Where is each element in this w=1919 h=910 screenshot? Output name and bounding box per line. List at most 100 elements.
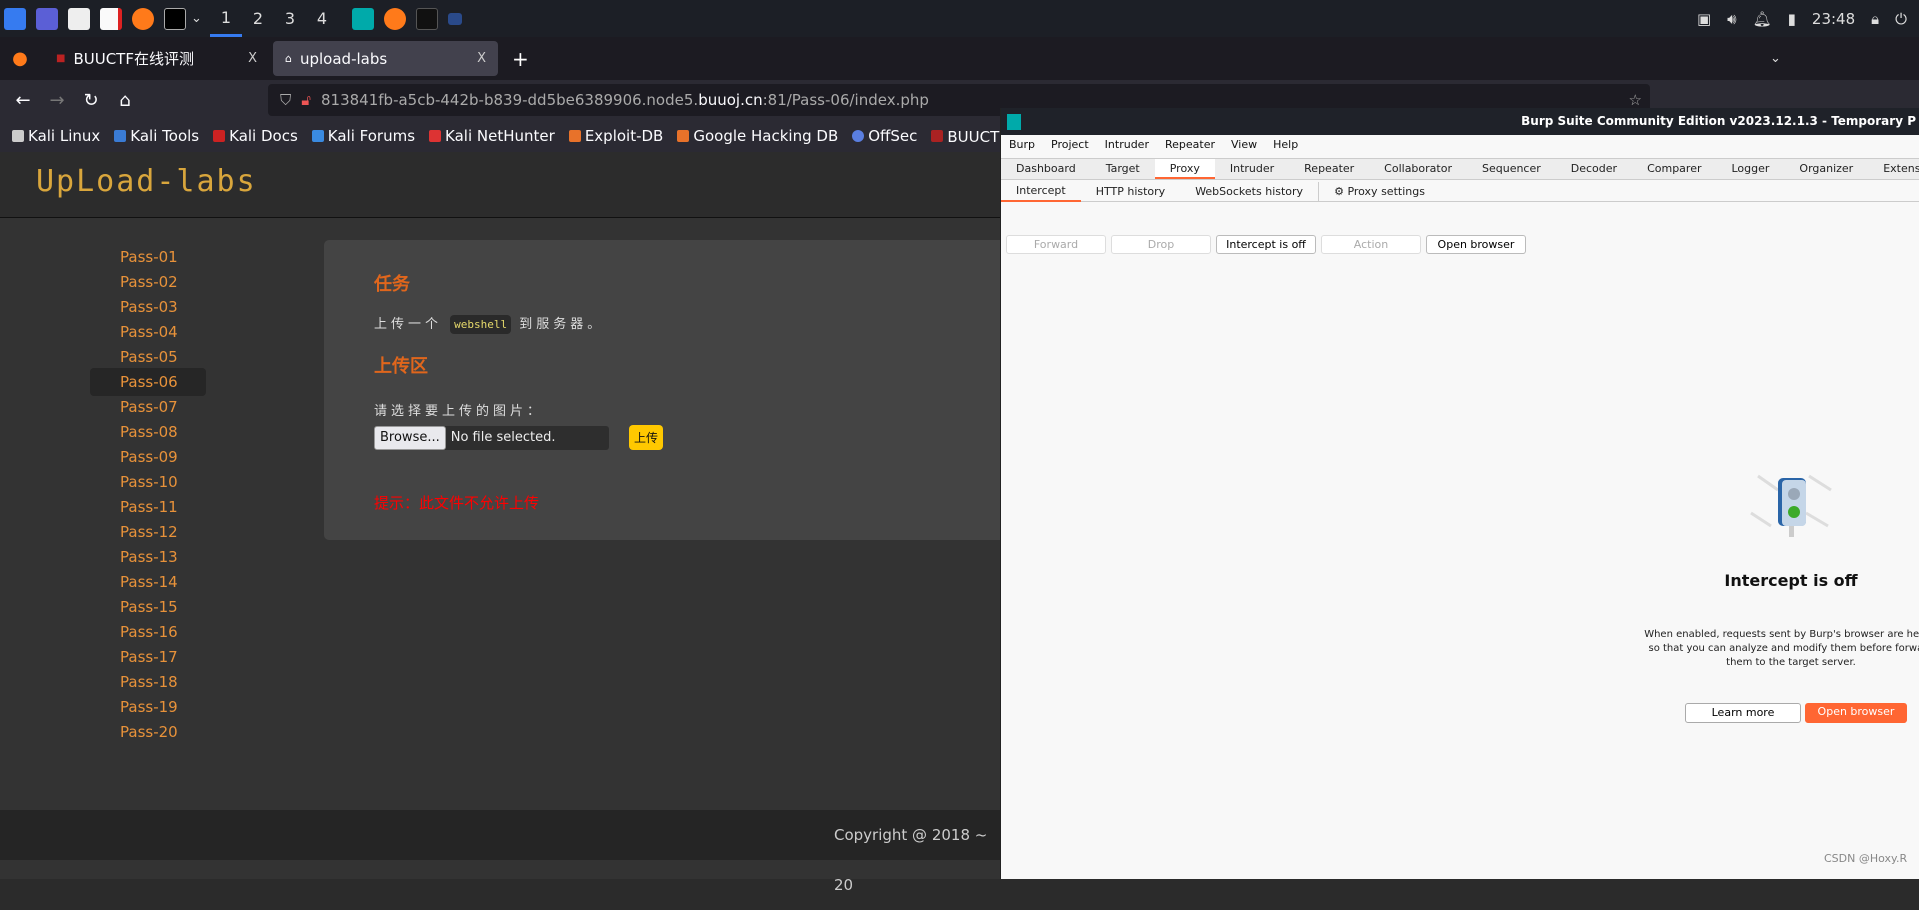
kali-menu-icon[interactable] bbox=[4, 7, 26, 30]
action-button[interactable]: Action bbox=[1321, 235, 1421, 254]
close-tab-icon[interactable]: X bbox=[477, 51, 486, 66]
nav-pass-03[interactable]: Pass-03 bbox=[120, 298, 178, 316]
volume-icon[interactable]: 🔊︎ bbox=[1727, 10, 1736, 28]
forward-button[interactable]: Forward bbox=[1006, 235, 1106, 254]
workspace-1[interactable]: 1 bbox=[209, 0, 242, 37]
home-icon[interactable]: ⌂ bbox=[108, 90, 142, 111]
bookmark-star-icon[interactable]: ☆ bbox=[1629, 91, 1642, 109]
menu-help[interactable]: Help bbox=[1273, 138, 1298, 157]
bookmark-kali-tools[interactable]: Kali Tools bbox=[114, 127, 199, 145]
network-icon[interactable]: ▣ bbox=[1697, 10, 1711, 28]
notification-bell-icon[interactable]: 🔔︎ bbox=[1753, 10, 1772, 28]
close-tab-icon[interactable]: X bbox=[248, 51, 257, 66]
burp-task-icon[interactable] bbox=[351, 7, 374, 30]
list-all-tabs-icon[interactable]: ⌄ bbox=[1770, 51, 1781, 66]
lock-icon[interactable]: 🔒︎ bbox=[1871, 10, 1879, 28]
nav-pass-12[interactable]: Pass-12 bbox=[120, 523, 178, 541]
menu-intruder[interactable]: Intruder bbox=[1105, 138, 1149, 157]
nav-pass-09[interactable]: Pass-09 bbox=[120, 448, 178, 466]
workspace-4[interactable]: 4 bbox=[306, 0, 338, 37]
nav-pass-05[interactable]: Pass-05 bbox=[120, 348, 178, 366]
tab-logger[interactable]: Logger bbox=[1716, 159, 1784, 179]
site-logo[interactable]: UpLoad-labs bbox=[36, 164, 257, 199]
nav-pass-16[interactable]: Pass-16 bbox=[120, 623, 178, 641]
tab-proxy[interactable]: Proxy bbox=[1154, 159, 1215, 179]
tab-extensions[interactable]: Extensions bbox=[1868, 159, 1919, 179]
tab-buuctf[interactable]: ■ BUUCTF在线评测 X bbox=[44, 41, 269, 76]
open-browser-button[interactable]: Open browser bbox=[1426, 235, 1526, 254]
browse-button[interactable]: Browse... bbox=[374, 425, 446, 450]
upload-submit-button[interactable]: 上传 bbox=[629, 425, 664, 450]
watermark: CSDN @Hoxy.R bbox=[1824, 852, 1908, 865]
file-manager-icon[interactable] bbox=[68, 7, 90, 30]
terminal-task-icon[interactable] bbox=[415, 7, 438, 30]
forward-icon[interactable]: → bbox=[40, 90, 74, 111]
firefox-view-icon[interactable]: ● bbox=[0, 48, 40, 69]
nav-pass-18[interactable]: Pass-18 bbox=[120, 673, 178, 691]
workspace-3[interactable]: 3 bbox=[274, 0, 306, 37]
bookmark-offsec[interactable]: OffSec bbox=[852, 127, 917, 145]
nav-pass-04[interactable]: Pass-04 bbox=[120, 323, 178, 341]
learn-more-button[interactable]: Learn more bbox=[1685, 703, 1801, 723]
taskbar: ⌄ 1 2 3 4 ▣ 🔊︎ 🔔︎ ▮ 23:48 🔒︎ ⏻ bbox=[0, 0, 1919, 37]
nav-pass-07[interactable]: Pass-07 bbox=[120, 398, 178, 416]
folder-task-icon[interactable] bbox=[447, 12, 462, 25]
tab-organizer[interactable]: Organizer bbox=[1784, 159, 1868, 179]
desktop-icon[interactable] bbox=[36, 7, 58, 30]
drop-button[interactable]: Drop bbox=[1111, 235, 1211, 254]
bookmark-kali-forums[interactable]: Kali Forums bbox=[311, 127, 415, 145]
subtab-intercept[interactable]: Intercept bbox=[1001, 181, 1081, 202]
chevron-down-icon[interactable]: ⌄ bbox=[191, 11, 202, 26]
nav-pass-19[interactable]: Pass-19 bbox=[120, 698, 178, 716]
bookmark-exploit-db[interactable]: Exploit-DB bbox=[568, 127, 663, 145]
subtab-websockets-history[interactable]: WebSockets history bbox=[1180, 181, 1320, 201]
text-editor-icon[interactable] bbox=[100, 7, 122, 30]
workspace-2[interactable]: 2 bbox=[242, 0, 274, 37]
tab-intruder[interactable]: Intruder bbox=[1215, 159, 1289, 179]
firefox-icon[interactable] bbox=[132, 7, 154, 30]
menu-repeater[interactable]: Repeater bbox=[1165, 138, 1215, 157]
nav-pass-11[interactable]: Pass-11 bbox=[120, 498, 178, 516]
logout-icon[interactable]: ⏻ bbox=[1895, 10, 1907, 28]
menu-view[interactable]: View bbox=[1231, 138, 1257, 157]
back-icon[interactable]: ← bbox=[6, 90, 40, 111]
bookmark-kali-nethunter[interactable]: Kali NetHunter bbox=[429, 127, 555, 145]
nav-pass-17[interactable]: Pass-17 bbox=[120, 648, 178, 666]
tab-upload-labs[interactable]: ⌂ upload-labs X bbox=[273, 41, 498, 76]
open-browser-cta-button[interactable]: Open browser bbox=[1805, 703, 1907, 723]
terminal-icon[interactable] bbox=[164, 7, 186, 30]
bookmark-kali-docs[interactable]: Kali Docs bbox=[213, 127, 298, 145]
nav-pass-14[interactable]: Pass-14 bbox=[120, 573, 178, 591]
subtab-http-history[interactable]: HTTP history bbox=[1081, 182, 1180, 201]
reload-icon[interactable]: ↻ bbox=[74, 90, 108, 111]
nav-pass-15[interactable]: Pass-15 bbox=[120, 598, 178, 616]
tab-comparer[interactable]: Comparer bbox=[1632, 159, 1716, 179]
gear-icon: ⚙ bbox=[1334, 184, 1344, 198]
tab-decoder[interactable]: Decoder bbox=[1556, 159, 1632, 179]
tab-target[interactable]: Target bbox=[1091, 159, 1155, 179]
tab-label: BUUCTF在线评测 bbox=[73, 50, 194, 68]
tab-sequencer[interactable]: Sequencer bbox=[1467, 159, 1556, 179]
tab-collaborator[interactable]: Collaborator bbox=[1369, 159, 1467, 179]
file-input[interactable]: Browse... No file selected. bbox=[374, 425, 609, 450]
nav-pass-01[interactable]: Pass-01 bbox=[120, 248, 178, 266]
task-text: 上传一个 webshell 到服务器。 bbox=[374, 315, 605, 334]
insecure-lock-icon[interactable]: 🔓︎ bbox=[301, 91, 311, 109]
proxy-settings-button[interactable]: ⚙ Proxy settings bbox=[1319, 182, 1440, 201]
nav-pass-10[interactable]: Pass-10 bbox=[120, 473, 178, 491]
tab-repeater[interactable]: Repeater bbox=[1289, 159, 1369, 179]
bookmark-google-hacking-db[interactable]: Google Hacking DB bbox=[677, 127, 838, 145]
nav-pass-02[interactable]: Pass-02 bbox=[120, 273, 178, 291]
intercept-toggle-button[interactable]: Intercept is off bbox=[1216, 235, 1316, 254]
nav-pass-08[interactable]: Pass-08 bbox=[120, 423, 178, 441]
nav-pass-13[interactable]: Pass-13 bbox=[120, 548, 178, 566]
bookmark-kali-linux[interactable]: Kali Linux bbox=[12, 127, 100, 145]
new-tab-button[interactable]: + bbox=[512, 47, 529, 71]
menu-burp[interactable]: Burp bbox=[1009, 138, 1035, 157]
firefox-task-icon[interactable] bbox=[383, 7, 406, 30]
menu-project[interactable]: Project bbox=[1051, 138, 1089, 157]
nav-pass-06[interactable]: Pass-06 bbox=[90, 368, 206, 396]
tab-dashboard[interactable]: Dashboard bbox=[1001, 159, 1091, 179]
shield-icon[interactable]: ⛉ bbox=[280, 91, 291, 109]
nav-pass-20[interactable]: Pass-20 bbox=[120, 723, 178, 741]
